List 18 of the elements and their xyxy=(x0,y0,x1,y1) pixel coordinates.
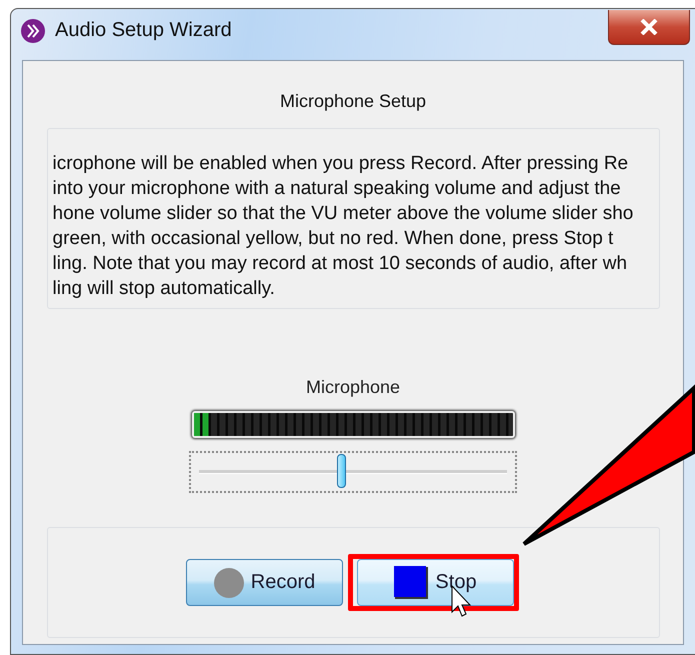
page-heading: Microphone Setup xyxy=(280,91,426,112)
instruction-line: ling. Note that you may record at most 10 seconds of audio, after wh xyxy=(52,252,628,276)
record-button[interactable]: Record xyxy=(186,559,342,606)
microphone-label: Microphone xyxy=(306,377,400,398)
instruction-line: into your microphone with a natural speaking volume and adjust the xyxy=(52,177,622,201)
close-icon xyxy=(640,19,658,35)
window-title: Audio Setup Wizard xyxy=(55,19,232,42)
instruction-line: green, with occasional yellow, but no red. When done, press Stop t xyxy=(52,227,614,251)
instruction-line: icrophone will be enabled when you press Record. After pressing Re xyxy=(52,152,630,176)
volume-slider[interactable] xyxy=(189,451,517,493)
app-icon xyxy=(21,18,45,42)
stop-button[interactable]: Stop xyxy=(356,559,514,606)
slider-thumb[interactable] xyxy=(336,454,346,488)
record-icon xyxy=(212,566,245,598)
close-button[interactable] xyxy=(608,10,690,45)
instruction-line: hone volume slider so that the VU meter above the volume slider sho xyxy=(52,202,634,226)
instruction-line: ling will stop automatically. xyxy=(52,277,276,301)
stop-icon xyxy=(393,566,430,600)
